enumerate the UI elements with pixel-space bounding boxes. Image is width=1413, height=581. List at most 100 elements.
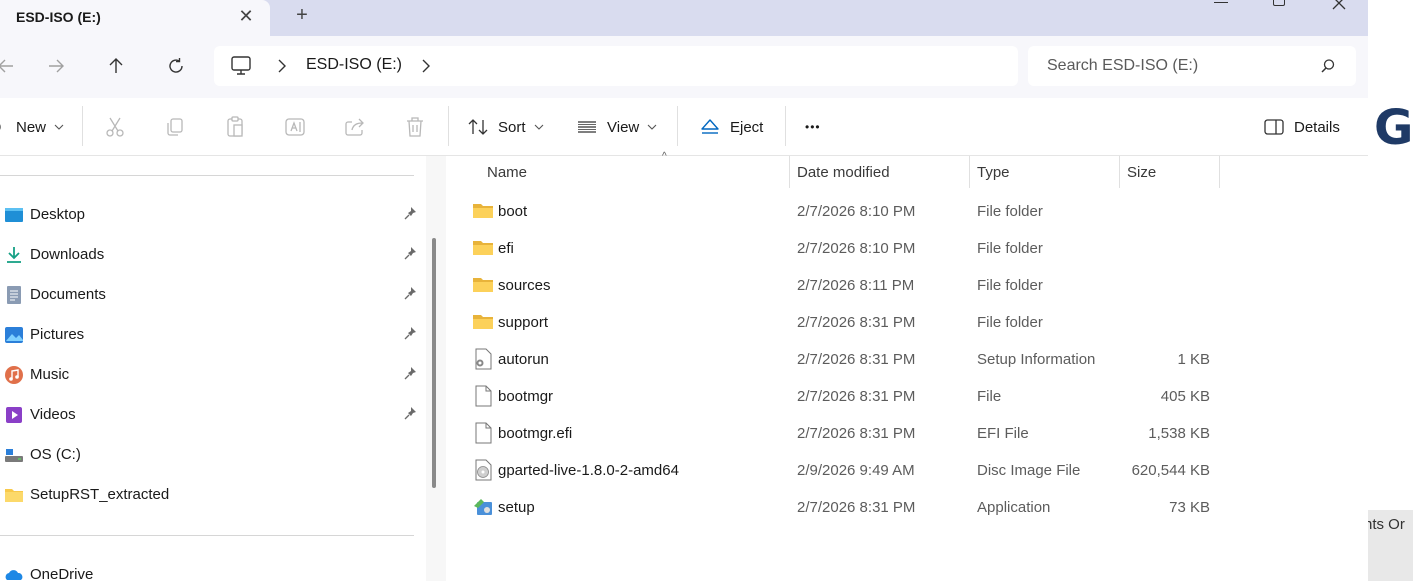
breadcrumb-drive[interactable]: ESD-ISO (E:): [306, 56, 402, 74]
onedrive-icon: [5, 570, 23, 580]
arrow-left-icon: [0, 59, 13, 73]
maximize-button[interactable]: [1264, 0, 1294, 14]
sidebar-item-music[interactable]: Music: [0, 356, 420, 392]
file-list: Name ^ Date modified Type Size boot 2/7/…: [446, 151, 1368, 581]
file-size: 73 KB: [1169, 499, 1210, 516]
pin-icon[interactable]: [404, 206, 418, 220]
file-size: 405 KB: [1160, 388, 1210, 405]
pin-icon[interactable]: [404, 406, 418, 420]
column-header-date[interactable]: Date modified: [789, 156, 969, 188]
close-window-button[interactable]: [1324, 0, 1354, 14]
file-type: Disc Image File: [977, 462, 1081, 479]
column-resize-handle[interactable]: [1219, 156, 1220, 188]
file-date: 2/7/2026 8:31 PM: [797, 499, 916, 516]
file-size: 620,544 KB: [1131, 462, 1210, 479]
title-bar: ESD-ISO (E:) ✕ +: [0, 0, 1368, 36]
new-button[interactable]: New: [0, 112, 64, 142]
file-row[interactable]: autorun 2/7/2026 8:31 PM Setup Informati…: [446, 341, 1368, 377]
chevron-down-icon: [54, 124, 64, 130]
sidebar-item-label: Videos: [30, 406, 76, 423]
pin-icon[interactable]: [404, 366, 418, 380]
background-heading: GE: [1374, 100, 1413, 156]
navigation-pane-scrollbar[interactable]: [432, 238, 436, 488]
pane-splitter[interactable]: [426, 156, 446, 581]
file-type: Setup Information: [977, 351, 1096, 368]
sort-button[interactable]: Sort: [468, 112, 544, 142]
column-header-size[interactable]: Size: [1119, 156, 1219, 188]
eject-icon: [701, 119, 719, 134]
sort-label: Sort: [498, 118, 526, 136]
file-row[interactable]: boot 2/7/2026 8:10 PM File folder: [446, 193, 1368, 229]
tab-close-icon[interactable]: ✕: [236, 6, 256, 26]
scissors-icon: [106, 117, 124, 137]
pin-icon[interactable]: [404, 286, 418, 300]
sidebar-item-os-c[interactable]: OS (C:): [0, 436, 420, 472]
videos-icon: [6, 407, 22, 423]
sidebar-item-label: Desktop: [30, 206, 86, 223]
view-label: View: [607, 118, 640, 136]
rename-button[interactable]: [283, 115, 307, 139]
column-header-name[interactable]: Name ^: [479, 151, 789, 188]
address-bar[interactable]: ESD-ISO (E:): [214, 46, 1018, 86]
delete-button[interactable]: [403, 115, 427, 139]
sidebar-item-setuprst-extracted[interactable]: SetupRST_extracted: [0, 476, 420, 512]
more-options-button[interactable]: •••: [805, 112, 821, 142]
file-name: setup: [498, 499, 535, 516]
file-row[interactable]: bootmgr.efi 2/7/2026 8:31 PM EFI File 1,…: [446, 415, 1368, 451]
search-icon[interactable]: [1320, 58, 1336, 74]
this-pc-icon[interactable]: [230, 55, 252, 77]
chevron-right-icon[interactable]: [418, 56, 434, 76]
new-tab-button[interactable]: +: [292, 5, 312, 25]
view-list-icon: [578, 121, 596, 133]
desktop-icon: [5, 208, 23, 222]
sidebar-item-desktop[interactable]: Desktop: [0, 196, 420, 232]
file-row[interactable]: setup 2/7/2026 8:31 PM Application 73 KB: [446, 489, 1368, 525]
sidebar-item-onedrive[interactable]: OneDrive: [0, 556, 420, 581]
drive-icon: [5, 449, 23, 462]
file-name: bootmgr.efi: [498, 425, 573, 442]
sidebar-item-label: Pictures: [30, 326, 85, 343]
close-icon: [1332, 0, 1346, 10]
file-date: 2/7/2026 8:31 PM: [797, 314, 916, 331]
folder-icon: [473, 315, 493, 329]
file-name: support: [498, 314, 549, 331]
sidebar-item-documents[interactable]: Documents: [0, 276, 420, 312]
file-name: boot: [498, 203, 528, 220]
minimize-icon: [1214, 2, 1228, 3]
minimize-button[interactable]: [1206, 0, 1236, 14]
paste-button[interactable]: [223, 115, 247, 139]
tab-esd-iso[interactable]: ESD-ISO (E:) ✕: [0, 0, 270, 36]
sidebar-item-downloads[interactable]: Downloads: [0, 236, 420, 272]
file-row[interactable]: bootmgr 2/7/2026 8:31 PM File 405 KB: [446, 378, 1368, 414]
chevron-right-icon[interactable]: [274, 56, 290, 76]
share-button[interactable]: [343, 115, 367, 139]
view-button[interactable]: View: [577, 112, 657, 142]
search-box[interactable]: Search ESD-ISO (E:): [1028, 46, 1356, 86]
sidebar-item-label: Downloads: [30, 246, 105, 263]
details-pane-button[interactable]: Details: [1264, 112, 1340, 142]
details-pane-icon: [1264, 119, 1284, 135]
file-date: 2/7/2026 8:10 PM: [797, 203, 916, 220]
file-row[interactable]: gparted-live-1.8.0-2-amd64 2/9/2026 9:49…: [446, 452, 1368, 488]
command-bar: New Sort View Eject ••• Details: [0, 98, 1368, 156]
sidebar-item-pictures[interactable]: Pictures: [0, 316, 420, 352]
refresh-button[interactable]: [160, 52, 192, 80]
cut-button[interactable]: [103, 115, 127, 139]
paste-icon: [227, 116, 243, 137]
copy-button[interactable]: [163, 115, 187, 139]
file-size: 1,538 KB: [1148, 425, 1210, 442]
forward-button[interactable]: [40, 52, 72, 80]
pin-icon[interactable]: [404, 246, 418, 260]
eject-button[interactable]: Eject: [700, 112, 763, 142]
back-button[interactable]: [0, 52, 22, 80]
file-row[interactable]: efi 2/7/2026 8:10 PM File folder: [446, 230, 1368, 266]
file-row[interactable]: sources 2/7/2026 8:11 PM File folder: [446, 267, 1368, 303]
up-button[interactable]: [100, 52, 132, 80]
column-header-type[interactable]: Type: [969, 156, 1119, 188]
trash-icon: [407, 117, 423, 137]
sidebar-item-videos[interactable]: Videos: [0, 396, 420, 432]
more-icon: •••: [805, 120, 821, 134]
pin-icon[interactable]: [404, 326, 418, 340]
folder-icon: [5, 489, 23, 502]
file-row[interactable]: support 2/7/2026 8:31 PM File folder: [446, 304, 1368, 340]
